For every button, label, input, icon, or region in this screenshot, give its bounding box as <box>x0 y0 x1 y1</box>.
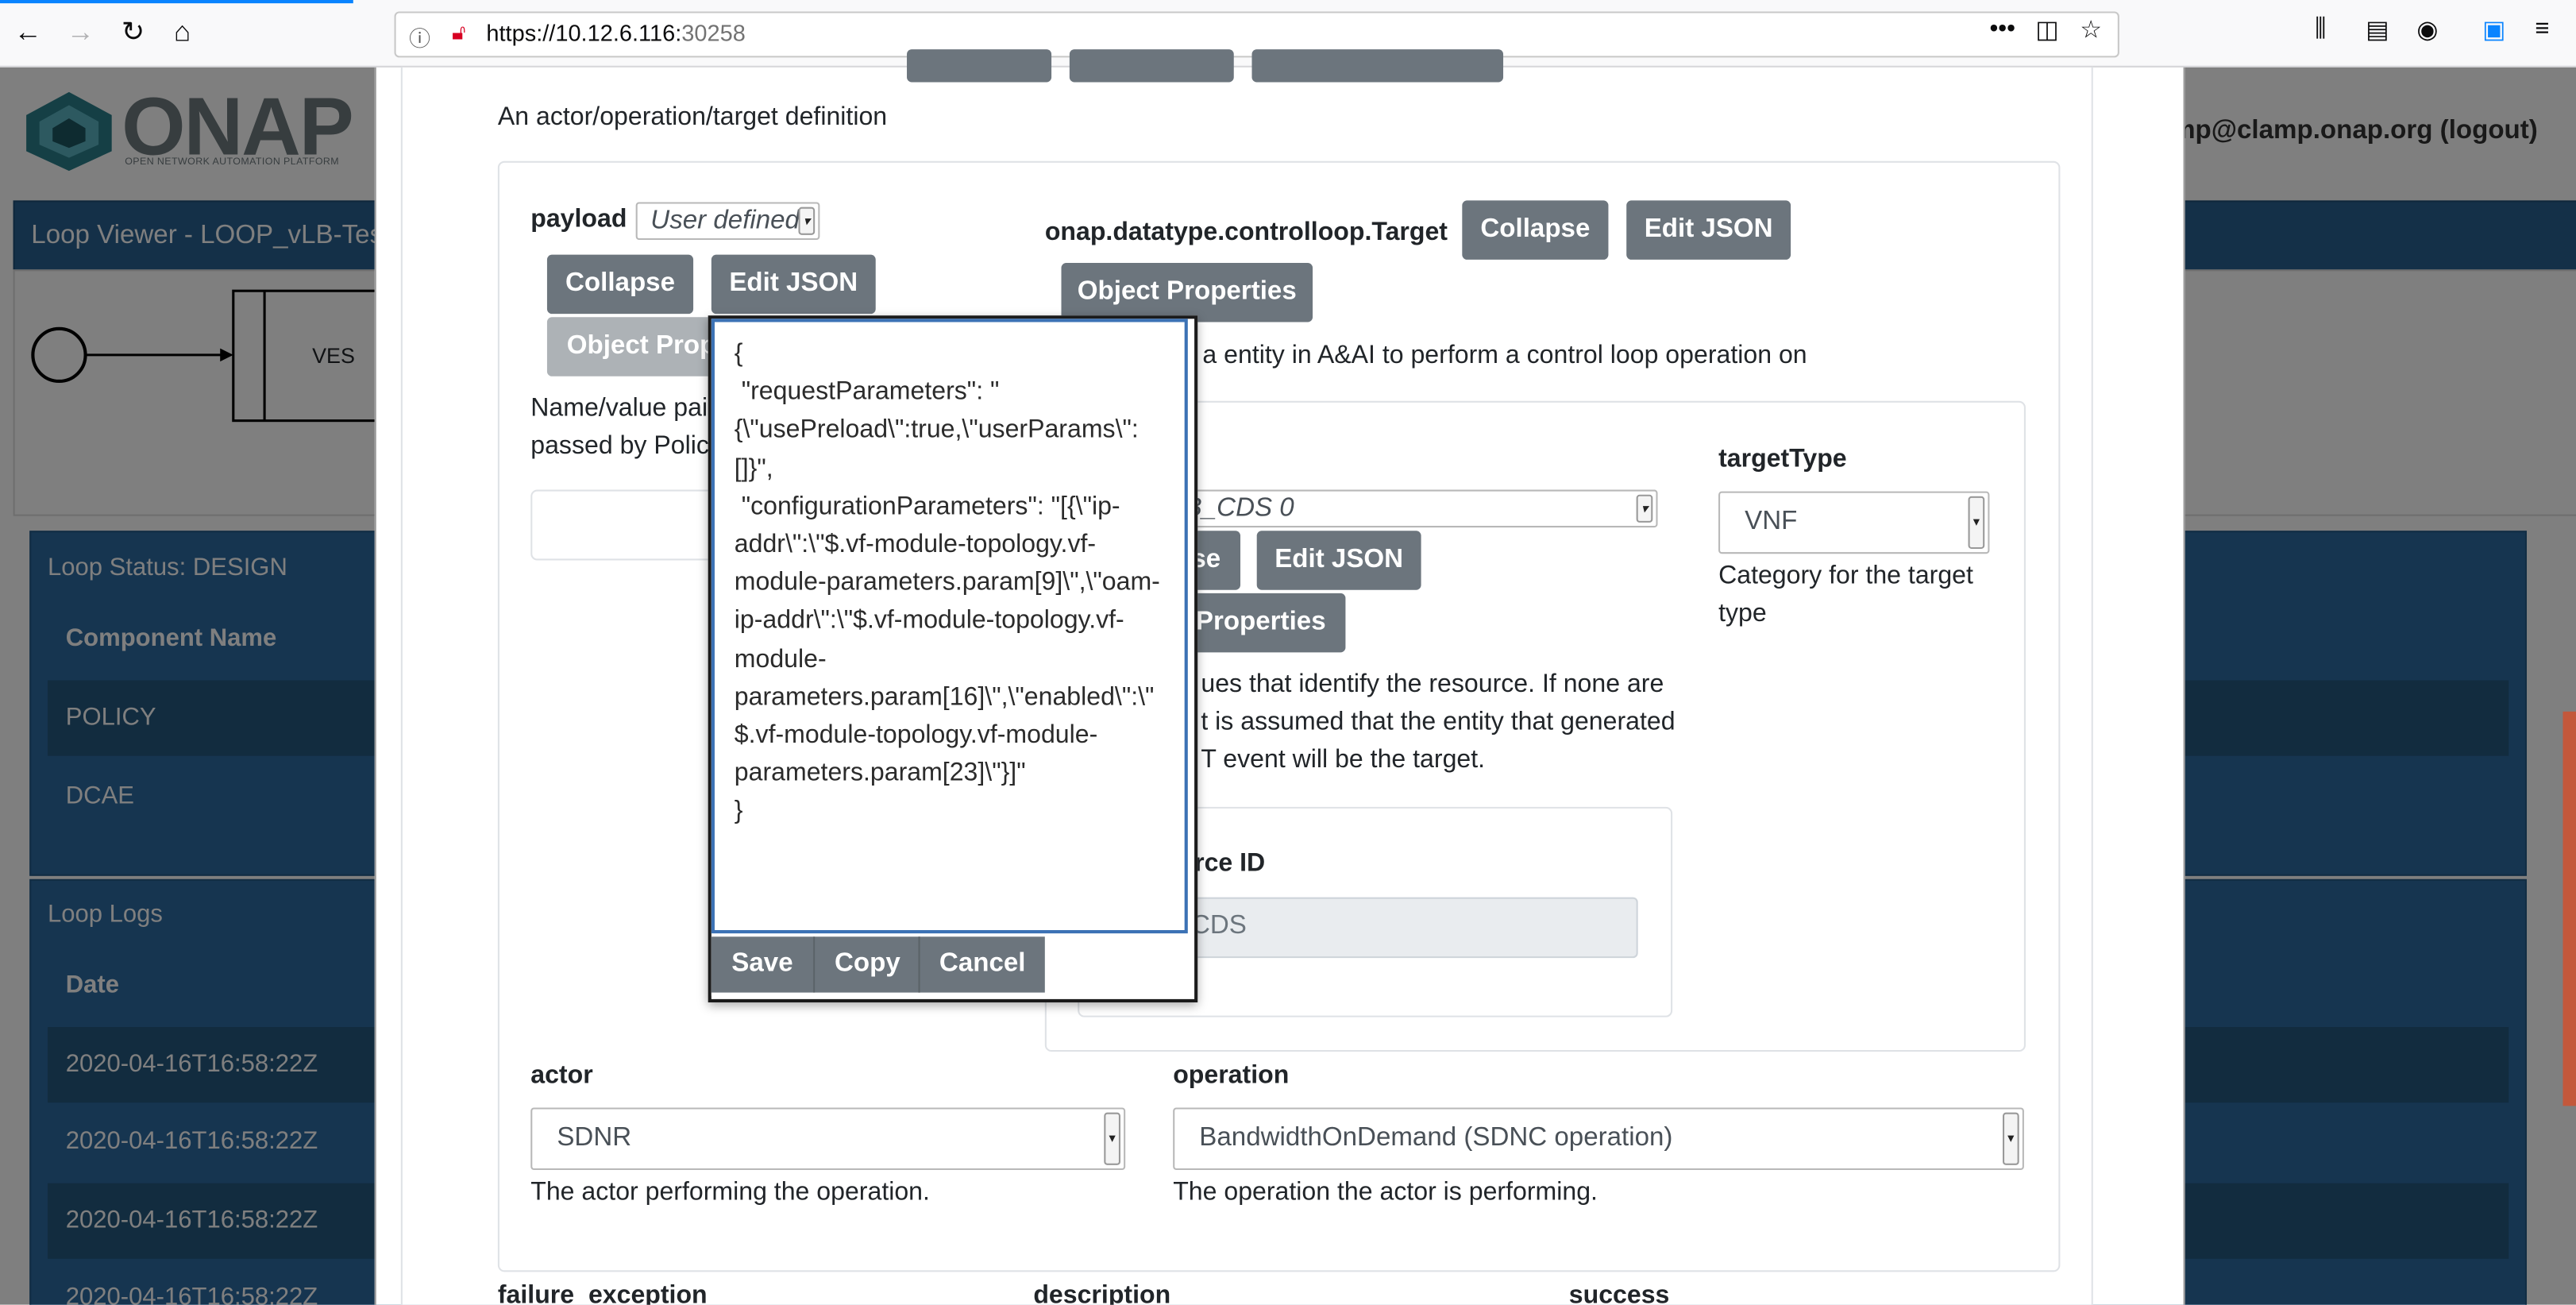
payload-description-line2: passed by Polic <box>530 432 709 461</box>
json-cancel-button[interactable]: Cancel <box>918 936 1045 993</box>
chevron-down-icon: ▾ <box>798 207 816 235</box>
chevron-down-icon: ▾ <box>1104 1112 1120 1165</box>
target-title: onap.datatype.controlloop.Target <box>1044 218 1448 247</box>
resource-description-line2: t is assumed that the entity that genera… <box>1201 708 1676 736</box>
target-description: a entity in A&AI to perform a control lo… <box>1202 342 1807 370</box>
account-icon[interactable]: ◉ <box>2416 15 2438 44</box>
target-type-label: targetType <box>1718 445 1847 473</box>
resource-id-select-value: B_CDS 0 <box>1184 493 1294 522</box>
partial-top-button[interactable] <box>1069 49 1234 83</box>
definition-description: An actor/operation/target definition <box>497 103 888 132</box>
pocket-icon[interactable]: ◫ <box>2035 15 2058 44</box>
payload-label: payload <box>530 205 627 234</box>
back-icon[interactable]: ← <box>8 14 48 53</box>
actor-description: The actor performing the operation. <box>530 1178 930 1207</box>
json-editor-toolbar: Save Copy Cancel <box>711 936 1188 996</box>
resource-edit-json-button[interactable]: Edit JSON <box>1256 531 1421 590</box>
json-copy-button[interactable]: Copy <box>813 936 920 993</box>
resource-id-input[interactable]: CDS <box>1150 897 1638 959</box>
resource-id-select[interactable]: B_CDS 0 ▾ <box>1150 489 1658 528</box>
target-edit-json-button[interactable]: Edit JSON <box>1626 200 1791 260</box>
operation-value: BandwidthOnDemand (SDNC operation) <box>1199 1124 1673 1152</box>
insecure-lock-icon[interactable]: 🔓︎ <box>452 20 465 46</box>
json-save-button[interactable]: Save <box>711 936 814 993</box>
chevron-down-icon: ▾ <box>1968 496 1985 550</box>
operation-description: The operation the actor is performing. <box>1173 1178 1598 1207</box>
library-icon[interactable]: ⫼ <box>2315 15 2326 43</box>
actor-label: actor <box>530 1061 593 1090</box>
target-collapse-button[interactable]: Collapse <box>1462 200 1609 260</box>
json-editor-textarea[interactable]: { "requestParameters": "{\"usePreload\":… <box>711 319 1188 934</box>
resource-description-line1: ues that identify the resource. If none … <box>1201 670 1664 699</box>
resource-id-value: CDS <box>1190 912 1247 940</box>
operation-label: operation <box>1173 1061 1290 1090</box>
payload-edit-json-button[interactable]: Edit JSON <box>711 254 876 315</box>
target-type-value: VNF <box>1745 508 1798 536</box>
url-host: https://10.12.6.116: <box>486 19 682 46</box>
sidebar-icon[interactable]: ▤ <box>2366 15 2389 44</box>
payload-collapse-button[interactable]: Collapse <box>546 254 694 315</box>
description-label: description <box>1033 1281 1171 1305</box>
payload-type-select[interactable]: User defined ▾ <box>635 202 820 241</box>
reload-icon[interactable]: ↻ <box>114 14 153 53</box>
failure-exception-label: failure_exception <box>497 1281 708 1305</box>
url-port: 30258 <box>681 19 746 46</box>
payload-description-line1: Name/value pai <box>530 394 708 423</box>
actor-select[interactable]: SDNR ▾ <box>530 1107 1126 1171</box>
chevron-down-icon: ▾ <box>1636 494 1653 523</box>
success-label: success <box>1568 1281 1670 1305</box>
operation-select[interactable]: BandwidthOnDemand (SDNC operation) ▾ <box>1173 1107 2024 1171</box>
chevron-down-icon: ▾ <box>2002 1112 2019 1165</box>
partial-top-button[interactable] <box>1251 49 1504 83</box>
partial-top-button[interactable] <box>907 49 1052 83</box>
target-type-description-line1: Category for the target <box>1718 562 1973 590</box>
target-object-properties-button[interactable]: Object Properties <box>1061 263 1313 322</box>
menu-icon[interactable]: ≡ <box>2535 15 2549 43</box>
payload-type-value: User defined <box>650 206 800 234</box>
actor-value: SDNR <box>557 1124 632 1152</box>
target-type-description-line2: type <box>1718 600 1767 628</box>
url-text[interactable]: https://10.12.6.116:30258 <box>486 20 745 46</box>
resource-id-label: rce ID <box>1194 849 1266 878</box>
active-tab-indicator <box>0 0 353 4</box>
bookmark-star-icon[interactable]: ☆ <box>2080 15 2102 44</box>
forward-icon[interactable]: → <box>61 14 101 53</box>
page-actions-icon[interactable]: ••• <box>1989 15 2015 43</box>
resource-description-line3: T event will be the target. <box>1201 746 1486 774</box>
extensions-icon[interactable]: ▣ <box>2482 15 2505 44</box>
info-icon[interactable]: ⓘ <box>409 21 430 52</box>
json-editor-popup: { "requestParameters": "{\"usePreload\":… <box>708 315 1198 1003</box>
home-icon[interactable]: ⌂ <box>163 14 202 53</box>
target-type-select[interactable]: VNF ▾ <box>1718 491 1990 554</box>
page-scrollbar[interactable] <box>2563 711 2576 1106</box>
